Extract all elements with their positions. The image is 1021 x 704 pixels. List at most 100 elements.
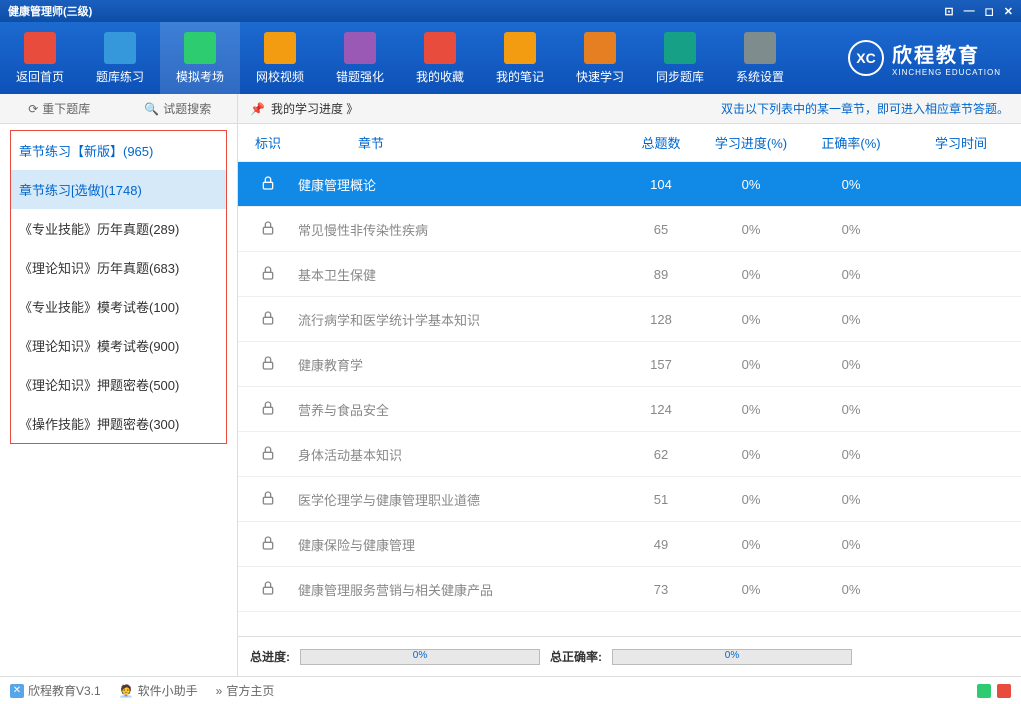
row-chapter: 身体活动基本知识 — [298, 445, 621, 464]
search-icon: 🔍 — [144, 102, 159, 116]
toolbar-icon-7 — [584, 32, 616, 64]
toolbar-item-6[interactable]: 我的笔记 — [480, 22, 560, 94]
row-chapter: 基本卫生保健 — [298, 265, 621, 284]
total-progress-label: 总进度: — [250, 648, 290, 665]
brand-en: XINCHENG EDUCATION — [892, 68, 1001, 77]
row-correct: 0% — [801, 582, 901, 597]
sidebar-item-1[interactable]: 章节练习[选做](1748) — [11, 170, 226, 209]
table-row[interactable]: 常见慢性非传染性疾病650%0% — [238, 207, 1021, 252]
toolbar-label: 同步题库 — [656, 68, 704, 85]
table-row[interactable]: 医学伦理学与健康管理职业道德510%0% — [238, 477, 1021, 522]
toolbar-label: 快速学习 — [576, 68, 624, 85]
row-correct: 0% — [801, 177, 901, 192]
row-correct: 0% — [801, 357, 901, 372]
lock-icon — [238, 220, 298, 239]
toolbar-icon-2 — [184, 32, 216, 64]
restore-icon[interactable]: ⊡ — [944, 5, 953, 18]
row-chapter: 医学伦理学与健康管理职业道德 — [298, 490, 621, 509]
table-header: 标识 章节 总题数 学习进度(%) 正确率(%) 学习时间 — [238, 124, 1021, 162]
table-row[interactable]: 健康管理服务营销与相关健康产品730%0% — [238, 567, 1021, 612]
total-correct-label: 总正确率: — [550, 648, 602, 665]
toolbar-label: 我的收藏 — [416, 68, 464, 85]
row-progress: 0% — [701, 177, 801, 192]
chevron-right-icon: » — [216, 684, 223, 698]
toolbar-item-0[interactable]: 返回首页 — [0, 22, 80, 94]
brand: XC欣程教育XINCHENG EDUCATION — [848, 39, 1001, 77]
toolbar-item-3[interactable]: 网校视频 — [240, 22, 320, 94]
my-progress-link[interactable]: 📌 我的学习进度 》 — [250, 100, 358, 117]
toolbar-icon-8 — [664, 32, 696, 64]
row-correct: 0% — [801, 402, 901, 417]
signal-icon[interactable] — [997, 684, 1011, 698]
minimize-icon[interactable]: — — [964, 5, 975, 18]
table-row[interactable]: 基本卫生保健890%0% — [238, 252, 1021, 297]
row-progress: 0% — [701, 492, 801, 507]
row-progress: 0% — [701, 402, 801, 417]
toolbar-item-9[interactable]: 系统设置 — [720, 22, 800, 94]
row-correct: 0% — [801, 312, 901, 327]
toolbar-label: 题库练习 — [96, 68, 144, 85]
row-progress: 0% — [701, 267, 801, 282]
row-progress: 0% — [701, 537, 801, 552]
table-row[interactable]: 流行病学和医学统计学基本知识1280%0% — [238, 297, 1021, 342]
toolbar-item-7[interactable]: 快速学习 — [560, 22, 640, 94]
app-version[interactable]: ✕ 欣程教育V3.1 — [10, 682, 101, 699]
official-site[interactable]: » 官方主页 — [216, 682, 275, 699]
sidebar-item-2[interactable]: 《专业技能》历年真题(289) — [11, 209, 226, 248]
lock-icon — [238, 400, 298, 419]
lock-icon — [238, 355, 298, 374]
sub-toolbar: ⟳ 重下题库 🔍 试题搜索 📌 我的学习进度 》 双击以下列表中的某一章节，即可… — [0, 94, 1021, 124]
toolbar-icon-0 — [24, 32, 56, 64]
row-chapter: 营养与食品安全 — [298, 400, 621, 419]
header-flag: 标识 — [238, 133, 298, 152]
toolbar-label: 系统设置 — [736, 68, 784, 85]
row-chapter: 健康保险与健康管理 — [298, 535, 621, 554]
helper-icon: 🧑‍💼 — [119, 684, 134, 698]
header-chapter: 章节 — [298, 133, 621, 152]
lock-icon — [238, 310, 298, 329]
toolbar-label: 网校视频 — [256, 68, 304, 85]
toolbar-item-1[interactable]: 题库练习 — [80, 22, 160, 94]
table-body[interactable]: 健康管理概论1040%0%常见慢性非传染性疾病650%0%基本卫生保健890%0… — [238, 162, 1021, 636]
sidebar-item-4[interactable]: 《专业技能》模考试卷(100) — [11, 287, 226, 326]
toolbar-icon-4 — [344, 32, 376, 64]
sidebar-highlight-box: 章节练习【新版】(965)章节练习[选做](1748)《专业技能》历年真题(28… — [10, 130, 227, 444]
row-chapter: 健康教育学 — [298, 355, 621, 374]
row-progress: 0% — [701, 312, 801, 327]
sidebar-item-0[interactable]: 章节练习【新版】(965) — [11, 131, 226, 170]
table-row[interactable]: 身体活动基本知识620%0% — [238, 432, 1021, 477]
statusbar: ✕ 欣程教育V3.1 🧑‍💼 软件小助手 » 官方主页 — [0, 676, 1021, 704]
row-total: 73 — [621, 582, 701, 597]
search-questions-button[interactable]: 🔍 试题搜索 — [119, 94, 238, 123]
row-progress: 0% — [701, 447, 801, 462]
table-row[interactable]: 健康保险与健康管理490%0% — [238, 522, 1021, 567]
sidebar-item-6[interactable]: 《理论知识》押题密卷(500) — [11, 365, 226, 404]
toolbar-item-4[interactable]: 错题强化 — [320, 22, 400, 94]
row-chapter: 流行病学和医学统计学基本知识 — [298, 310, 621, 329]
sidebar-item-3[interactable]: 《理论知识》历年真题(683) — [11, 248, 226, 287]
window-controls: ⊡ — ◻ ✕ — [944, 5, 1013, 18]
toolbar-item-8[interactable]: 同步题库 — [640, 22, 720, 94]
header-time: 学习时间 — [901, 133, 1021, 152]
close-icon[interactable]: ✕ — [1004, 5, 1013, 18]
lock-icon — [238, 175, 298, 194]
toolbar-icon-1 — [104, 32, 136, 64]
toolbar-label: 错题强化 — [336, 68, 384, 85]
toolbar-item-2[interactable]: 模拟考场 — [160, 22, 240, 94]
row-progress: 0% — [701, 222, 801, 237]
table-row[interactable]: 健康教育学1570%0% — [238, 342, 1021, 387]
maximize-icon[interactable]: ◻ — [985, 5, 994, 18]
table-row[interactable]: 营养与食品安全1240%0% — [238, 387, 1021, 432]
stats-icon[interactable] — [977, 684, 991, 698]
summary-bar: 总进度: 0% 总正确率: 0% — [238, 636, 1021, 676]
row-total: 124 — [621, 402, 701, 417]
main-area: 章节练习【新版】(965)章节练习[选做](1748)《专业技能》历年真题(28… — [0, 124, 1021, 676]
reload-bank-button[interactable]: ⟳ 重下题库 — [0, 94, 119, 123]
sidebar-item-7[interactable]: 《操作技能》押题密卷(300) — [11, 404, 226, 443]
toolbar-item-5[interactable]: 我的收藏 — [400, 22, 480, 94]
sidebar-item-5[interactable]: 《理论知识》模考试卷(900) — [11, 326, 226, 365]
toolbar-icon-6 — [504, 32, 536, 64]
software-helper[interactable]: 🧑‍💼 软件小助手 — [119, 682, 198, 699]
toolbar-icon-9 — [744, 32, 776, 64]
table-row[interactable]: 健康管理概论1040%0% — [238, 162, 1021, 207]
